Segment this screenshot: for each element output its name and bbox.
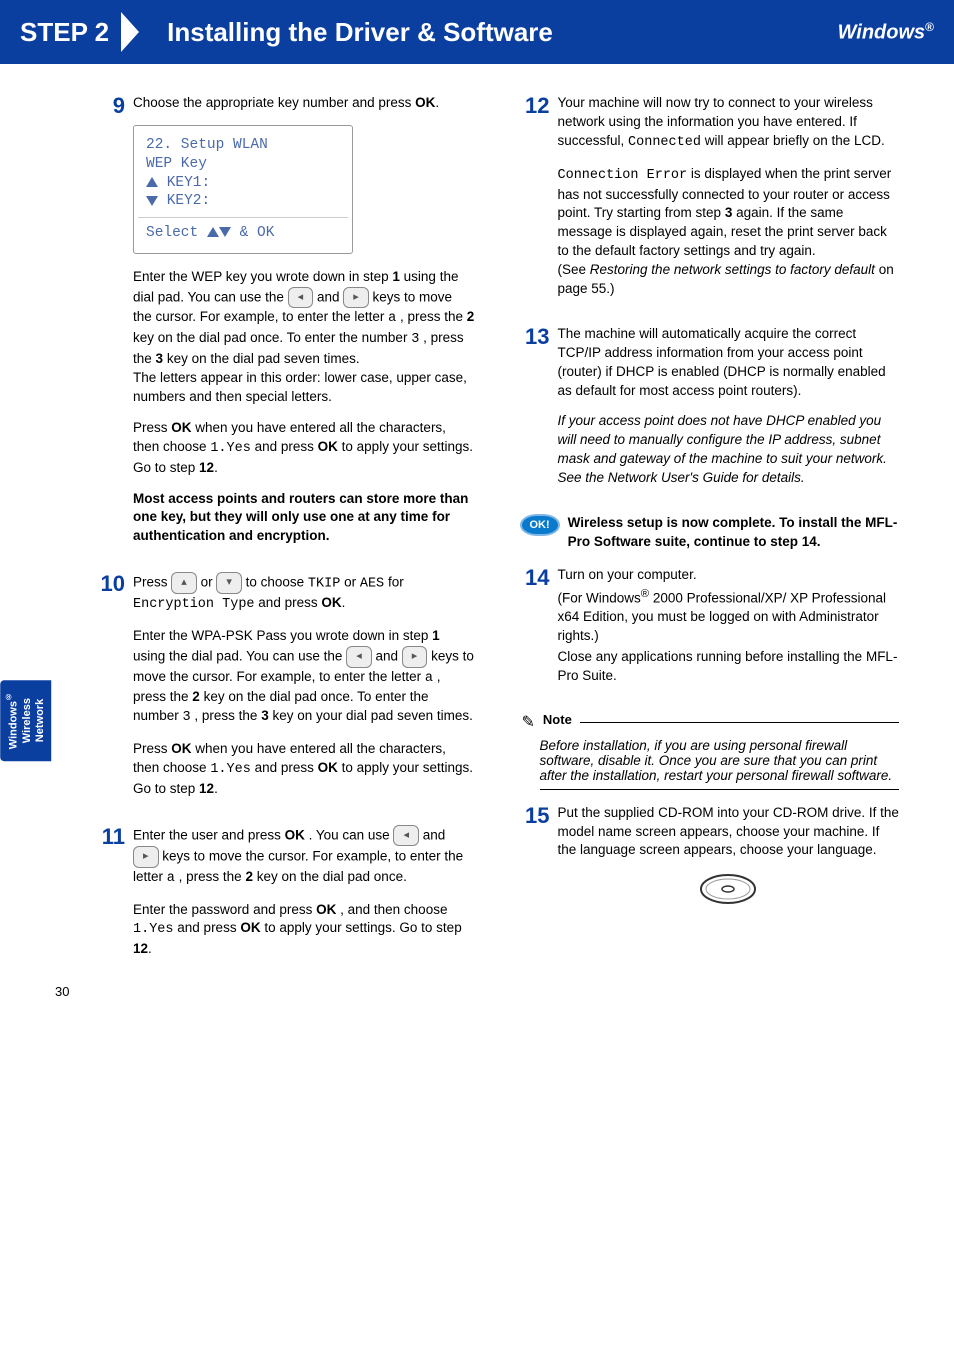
ok-callout: OK! Wireless setup is now complete. To i… <box>520 514 900 552</box>
step-badge: STEP 2 <box>0 0 149 64</box>
right-arrow-key-icon: ▸ <box>343 287 369 308</box>
up-triangle-icon <box>207 227 219 237</box>
step-body: Turn on your computer. (For Windows® 200… <box>558 566 900 698</box>
step-number: 12 <box>520 94 558 311</box>
step-body: Put the supplied CD-ROM into your CD-ROM… <box>558 804 900 907</box>
left-arrow-key-icon: ◂ <box>346 646 372 667</box>
cd-rom-icon <box>698 872 758 906</box>
step-number: 10 <box>95 572 133 811</box>
note-block: ✎ Note Before installation, if you are u… <box>520 712 900 790</box>
page-header: STEP 2 Installing the Driver & Software … <box>0 0 954 64</box>
step-number: 11 <box>95 825 133 971</box>
left-arrow-key-icon: ◂ <box>288 287 314 308</box>
step-body: Your machine will now try to connect to … <box>558 94 900 311</box>
right-column: 12 Your machine will now try to connect … <box>520 94 900 985</box>
step-9: 9 Choose the appropriate key number and … <box>95 94 475 558</box>
ok-badge-icon: OK! <box>520 514 560 536</box>
step-label: STEP 2 <box>20 17 109 48</box>
left-arrow-key-icon: ◂ <box>393 825 419 846</box>
step-body: Enter the user and press OK . You can us… <box>133 825 475 971</box>
step-11: 11 Enter the user and press OK . You can… <box>95 825 475 971</box>
step-13: 13 The machine will automatically acquir… <box>520 325 900 500</box>
down-arrow-key-icon: ▾ <box>216 572 242 593</box>
platform-label: Windows® <box>838 20 934 45</box>
step-body: Press ▴ or ▾ to choose TKIP or AES for E… <box>133 572 475 811</box>
step-number: 14 <box>520 566 558 698</box>
note-body: Before installation, if you are using pe… <box>540 738 900 783</box>
step-body: The machine will automatically acquire t… <box>558 325 900 500</box>
page-number: 30 <box>55 984 69 999</box>
step-15: 15 Put the supplied CD-ROM into your CD-… <box>520 804 900 907</box>
right-arrow-key-icon: ▸ <box>133 846 159 867</box>
note-icon: ✎ <box>522 712 535 732</box>
down-triangle-icon <box>146 196 158 206</box>
note-label: Note <box>543 712 572 727</box>
step-number: 9 <box>95 94 133 558</box>
step-14: 14 Turn on your computer. (For Windows® … <box>520 566 900 698</box>
down-triangle-icon <box>219 227 231 237</box>
page-title: Installing the Driver & Software <box>167 17 837 48</box>
lcd-display: 22. Setup WLAN WEP Key KEY1: KEY2: Selec… <box>133 125 353 254</box>
up-triangle-icon <box>146 177 158 187</box>
step-number: 15 <box>520 804 558 907</box>
step-number: 13 <box>520 325 558 500</box>
content: 9 Choose the appropriate key number and … <box>0 64 954 1015</box>
step-body: Choose the appropriate key number and pr… <box>133 94 475 558</box>
up-arrow-key-icon: ▴ <box>171 572 197 593</box>
left-column: 9 Choose the appropriate key number and … <box>95 94 475 985</box>
step-10: 10 Press ▴ or ▾ to choose TKIP or AES fo… <box>95 572 475 811</box>
chevron-right-icon <box>121 12 139 52</box>
step-12: 12 Your machine will now try to connect … <box>520 94 900 311</box>
right-arrow-key-icon: ▸ <box>402 646 428 667</box>
